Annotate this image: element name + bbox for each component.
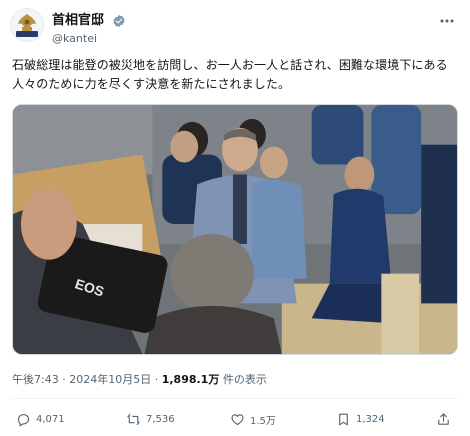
display-name[interactable]: 首相官邸 <box>52 13 104 29</box>
reply-icon <box>17 413 30 426</box>
views-label: 件の表示 <box>219 373 267 386</box>
retweet-button[interactable]: 7,536 <box>126 408 175 430</box>
retweet-count: 7,536 <box>146 413 175 425</box>
share-icon <box>438 412 449 425</box>
account-handle[interactable]: @kantei <box>52 31 126 46</box>
verified-badge-icon <box>113 14 125 27</box>
like-button[interactable]: 1.5万 <box>230 408 276 430</box>
tweet-header: 首相官邸 @kantei <box>10 8 460 48</box>
bookmark-icon <box>339 413 348 425</box>
more-icon[interactable] <box>438 14 456 28</box>
tweet-meta: 午後7:43 · 2024年10月5日 · 1,898.1万 件の表示 <box>12 372 267 388</box>
like-count: 1.5万 <box>250 415 276 427</box>
retweet-icon <box>127 413 140 425</box>
meta-separator: · <box>58 373 70 386</box>
tweet-date[interactable]: 2024年10月5日 <box>69 373 151 386</box>
meta-separator-2: · <box>151 373 162 386</box>
tweet-text: 石破総理は能登の被災地を訪問し、お一人お一人と話され、困難な環境下にある人々のた… <box>12 58 448 91</box>
avatar[interactable] <box>10 8 44 42</box>
government-seal-icon <box>16 14 38 37</box>
action-bar: 4,071 7,536 1.5万 1,324 <box>12 408 458 430</box>
tweet-time[interactable]: 午後7:43 <box>12 373 59 386</box>
divider <box>12 398 458 399</box>
bookmark-count: 1,324 <box>356 413 385 425</box>
views-count: 1,898.1万 <box>161 373 220 386</box>
share-button[interactable] <box>436 408 456 430</box>
heart-icon <box>231 413 244 425</box>
reply-button[interactable]: 4,071 <box>16 408 65 430</box>
reply-count: 4,071 <box>36 413 65 425</box>
bookmark-button[interactable]: 1,324 <box>336 408 385 430</box>
tweet-photo[interactable]: EOS <box>12 104 458 355</box>
